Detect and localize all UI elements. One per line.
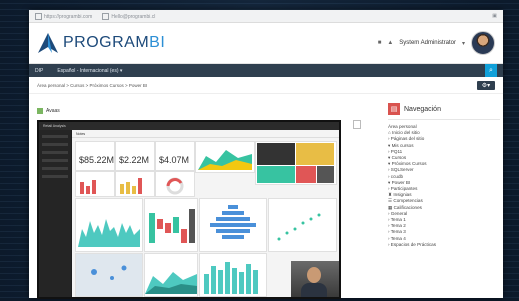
kpi-card: $4.07M (155, 141, 195, 171)
language-menu[interactable]: Español - Internacional (es) ▾ (57, 68, 122, 74)
navigation-header: ▤ Navegación (388, 103, 500, 120)
report-title: Notes (72, 130, 339, 138)
gauge-chart (166, 177, 184, 195)
breadcrumb: Área personal > Cursos > Próximos Cursos… (29, 77, 503, 94)
stacked-area-card (144, 253, 198, 297)
line-area-card (75, 198, 143, 252)
gauge-card (155, 171, 195, 197)
user-menu[interactable]: System Administrator (399, 40, 456, 46)
kpi-value: $85.22M (79, 155, 115, 165)
nav-item[interactable]: › Espacios de Prácticas (388, 242, 500, 248)
search-icon[interactable]: ⌕ (485, 64, 497, 77)
avatar[interactable] (471, 31, 495, 55)
area-chart-card (195, 141, 255, 173)
comment-icon[interactable]: ■ (378, 40, 382, 46)
column-chart (204, 262, 258, 294)
nav-item-dip[interactable]: DIP (35, 68, 43, 74)
map-card (75, 253, 143, 297)
top-info-bar: https://programbi.com Hello@programbi.cl… (29, 10, 503, 23)
navigation-tree: Área personal ⌂ Inicio del sitio › Págin… (388, 124, 500, 248)
waterfall-chart (149, 209, 195, 243)
email-link[interactable]: Hello@programbi.cl (102, 12, 155, 20)
navigation-block: ▤ Navegación Área personal ⌂ Inicio del … (388, 103, 500, 248)
activity-icon (37, 108, 43, 114)
notification-icon[interactable]: ▲ (387, 40, 393, 46)
mini-bar-card (115, 171, 155, 197)
navigation-title: Navegación (404, 105, 441, 113)
powerbi-report-preview[interactable]: Retail Analysis Notes $85.22M $2.22M $4.… (37, 120, 341, 299)
course-content: Avaas Retail Analysis Notes $85.22M $2.2… (37, 108, 377, 299)
mini-bar-chart (120, 178, 142, 194)
mini-bar-card (75, 171, 115, 197)
main-navbar: DIP Español - Internacional (es) ▾ ⌕ (29, 64, 503, 77)
chevron-down-icon[interactable]: ▾ (462, 40, 465, 47)
column-card (199, 253, 267, 297)
treemap-card (255, 141, 337, 185)
mini-bar-chart (80, 180, 96, 194)
waterfall-card (144, 198, 198, 252)
activity-link[interactable]: Avaas (37, 108, 377, 114)
navigation-icon: ▤ (388, 103, 400, 115)
powerbi-pane (39, 130, 71, 297)
settings-icon[interactable]: ▣ (492, 13, 497, 19)
map-chart (76, 254, 142, 296)
scatter-card (268, 198, 337, 252)
report-tab[interactable]: Notes (76, 132, 85, 136)
scatter-chart (277, 213, 321, 241)
bar-pyramid-card (199, 198, 267, 252)
website-link[interactable]: https://programbi.com (35, 12, 92, 20)
brand-name[interactable]: PROGRAMBI (63, 34, 165, 52)
report-canvas: Notes $85.22M $2.22M $4.07M (72, 130, 339, 297)
powerbi-toolbar: Retail Analysis (39, 122, 339, 130)
edit-icon[interactable] (353, 120, 361, 129)
site-header: PROGRAMBI ■ ▲ System Administrator ▾ (29, 23, 503, 64)
treemap (257, 143, 334, 183)
programbi-logo-icon[interactable] (37, 32, 59, 54)
powerbi-app-title: Retail Analysis (43, 124, 66, 128)
webcam-thumbnail (291, 261, 339, 297)
gear-button[interactable]: ⚙▾ (477, 80, 495, 90)
area-chart (198, 150, 252, 170)
kpi-value: $2.22M (119, 155, 150, 165)
stacked-area-chart (145, 272, 197, 294)
bar-pyramid-chart (210, 205, 256, 239)
kpi-card: $2.22M (115, 141, 155, 171)
line-area-chart (78, 219, 140, 247)
kpi-value: $4.07M (159, 155, 190, 165)
breadcrumb-text[interactable]: Área personal > Cursos > Próximos Cursos… (37, 83, 147, 88)
kpi-card: $85.22M (75, 141, 115, 171)
